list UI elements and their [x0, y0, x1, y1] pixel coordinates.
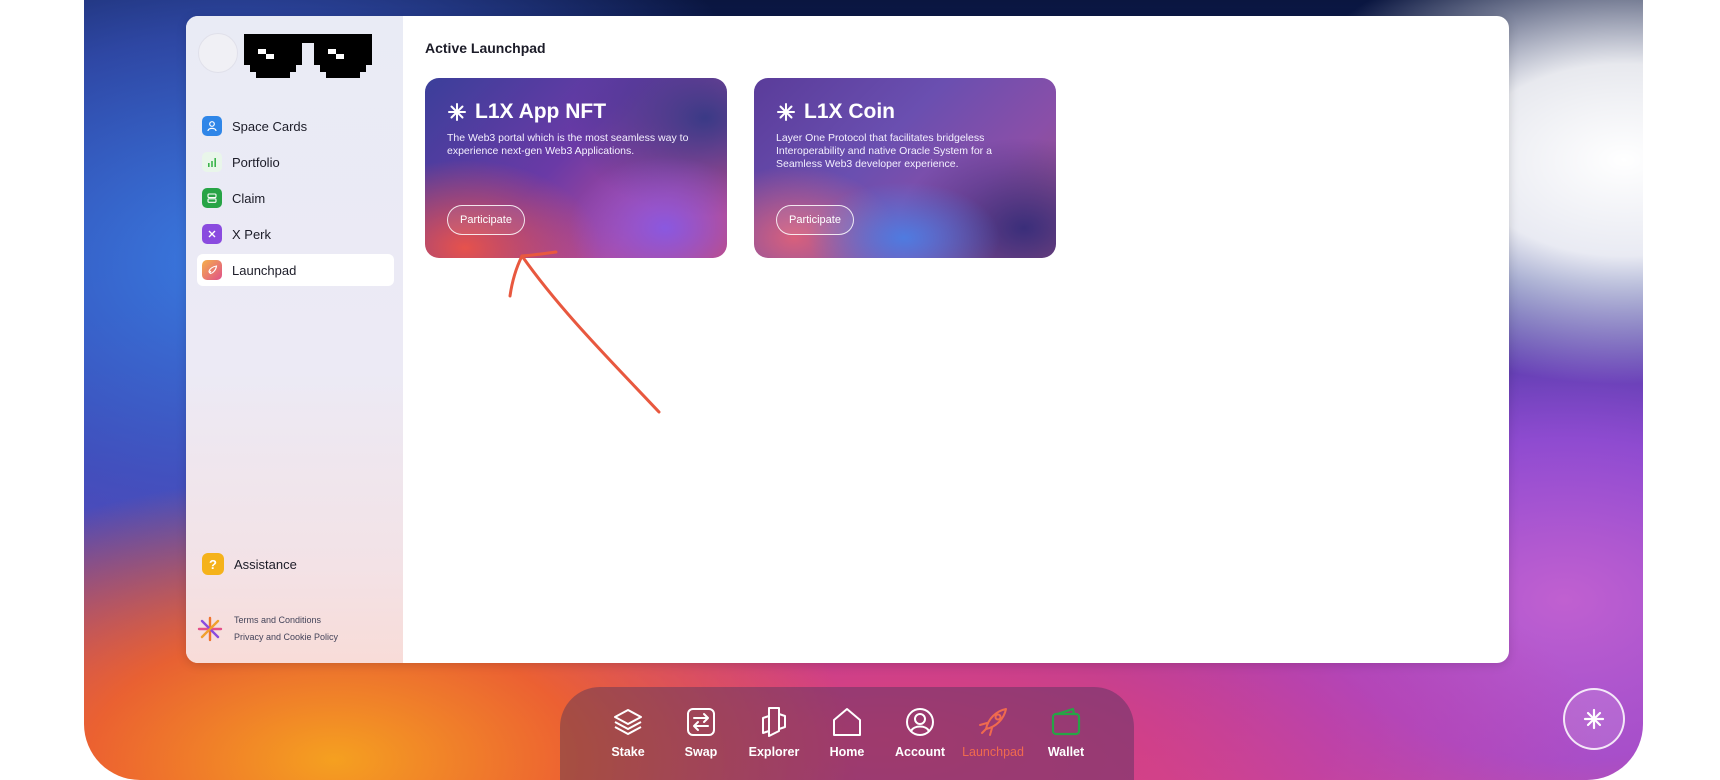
home-icon	[833, 708, 861, 736]
card-title: L1X Coin	[804, 100, 896, 123]
legal-footer: Terms and Conditions Privacy and Cookie …	[196, 612, 338, 646]
terms-link[interactable]: Terms and Conditions	[234, 612, 338, 629]
dock-label: Launchpad	[962, 745, 1024, 759]
dock-label: Home	[829, 745, 865, 759]
assistance-label: Assistance	[234, 556, 297, 572]
sidebar: Space Cards Portfolio Claim X Perk Launc…	[186, 16, 403, 663]
search-icon	[1583, 708, 1605, 730]
card-description: The Web3 portal which is the most seamle…	[447, 132, 689, 157]
rocket-icon	[202, 260, 222, 280]
dock-item-account[interactable]: Account	[884, 705, 957, 780]
dock-label: Explorer	[748, 745, 800, 759]
page-title: Active Launchpad	[425, 40, 546, 56]
sidebar-nav: Space Cards Portfolio Claim X Perk Launc…	[197, 110, 394, 290]
dock: Stake Swap Explorer Home Account Launchp…	[560, 687, 1134, 780]
dock-label: Wallet	[1047, 745, 1085, 759]
rocket-icon	[979, 708, 1007, 736]
explorer-icon	[762, 707, 786, 737]
x-perk-icon	[202, 224, 222, 244]
sidebar-item-label: Claim	[232, 190, 266, 206]
claim-icon	[202, 188, 222, 208]
l1x-star-icon	[448, 103, 466, 121]
dock-label: Swap	[684, 745, 718, 759]
privacy-link[interactable]: Privacy and Cookie Policy	[234, 629, 338, 646]
sidebar-item-space-cards[interactable]: Space Cards	[197, 110, 394, 142]
dock-label: Stake	[611, 745, 645, 759]
launchpad-card-l1x-app-nft: L1X App NFT The Web3 portal which is the…	[425, 78, 727, 258]
launchpad-card-l1x-coin: L1X Coin Layer One Protocol that facilit…	[754, 78, 1056, 258]
main-content: Active Launchpad L1X App NFT The Web3 po…	[403, 16, 1509, 663]
assistance-button[interactable]: ? Assistance	[202, 553, 297, 575]
dock-item-home[interactable]: Home	[811, 705, 884, 780]
bar-chart-icon	[202, 152, 222, 172]
app-window: Space Cards Portfolio Claim X Perk Launc…	[186, 16, 1509, 663]
dock-item-stake[interactable]: Stake	[592, 705, 665, 780]
participate-button[interactable]: Participate	[776, 205, 854, 235]
wallet-icon	[1051, 707, 1081, 736]
l1x-logo-icon	[197, 616, 223, 642]
user-icon	[202, 116, 222, 136]
swap-icon	[687, 708, 715, 736]
dock-item-swap[interactable]: Swap	[665, 705, 738, 780]
sidebar-item-x-perk[interactable]: X Perk	[197, 218, 394, 250]
search-button[interactable]	[1563, 688, 1625, 750]
l1x-star-icon	[777, 103, 795, 121]
dock-item-launchpad[interactable]: Launchpad	[957, 705, 1030, 780]
sidebar-item-portfolio[interactable]: Portfolio	[197, 146, 394, 178]
participate-button[interactable]: Participate	[447, 205, 525, 235]
sunglasses-icon	[244, 34, 372, 78]
avatar[interactable]	[198, 33, 238, 73]
dock-item-explorer[interactable]: Explorer	[738, 705, 811, 780]
dock-label: Account	[895, 745, 945, 759]
sidebar-item-label: Launchpad	[232, 262, 297, 278]
sidebar-item-label: Portfolio	[232, 154, 280, 170]
account-icon	[906, 708, 934, 736]
card-description: Layer One Protocol that facilitates brid…	[776, 132, 992, 170]
sidebar-item-claim[interactable]: Claim	[197, 182, 394, 214]
dock-item-wallet[interactable]: Wallet	[1030, 705, 1103, 780]
sidebar-item-label: Space Cards	[232, 118, 308, 134]
sidebar-item-label: X Perk	[232, 226, 272, 242]
card-title: L1X App NFT	[475, 100, 607, 123]
layers-icon	[614, 709, 642, 735]
sidebar-item-launchpad[interactable]: Launchpad	[197, 254, 394, 286]
question-icon: ?	[202, 553, 224, 575]
